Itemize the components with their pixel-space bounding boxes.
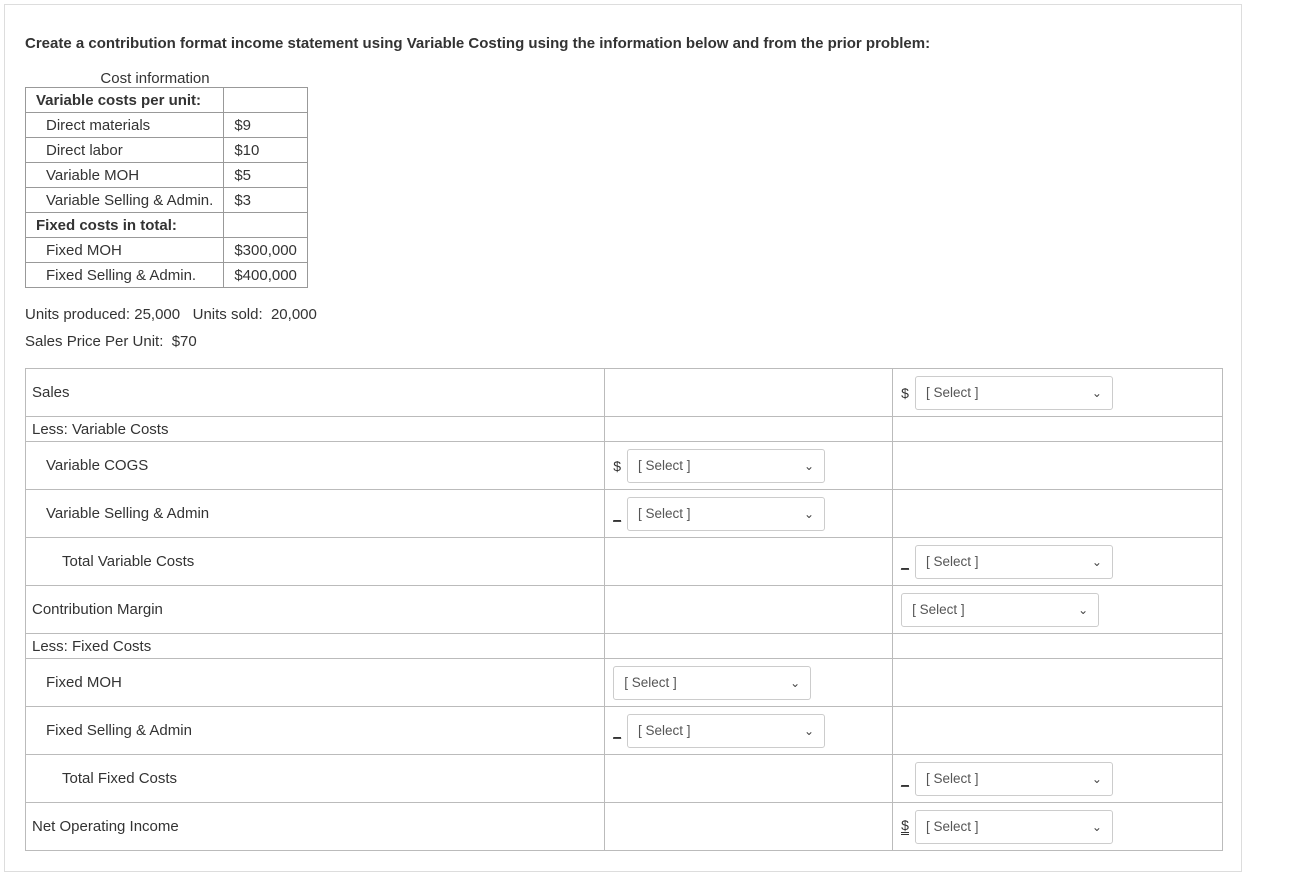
cost-row-label: Direct labor [26, 138, 224, 163]
row-label: Fixed MOH [26, 659, 605, 707]
row-label: Net Operating Income [26, 803, 605, 851]
select-placeholder-text: [ Select ] [624, 675, 677, 690]
chevron-down-icon: ⌄ [804, 724, 814, 738]
amount-select[interactable]: [ Select ] ⌄ [915, 810, 1113, 844]
cost-row-value: $300,000 [224, 238, 308, 263]
row-label: Variable COGS [26, 442, 605, 490]
row-label: Fixed Selling & Admin [26, 707, 605, 755]
units-info: Units produced: 25,000 Units sold: 20,00… [25, 306, 1221, 323]
chevron-down-icon: ⌄ [1078, 603, 1088, 617]
row-label: Total Variable Costs [26, 538, 605, 586]
table-row: Sales $ [ Select ] ⌄ [26, 369, 1223, 417]
amount-select[interactable]: [ Select ] ⌄ [627, 497, 825, 531]
table-row: Fixed MOH [ Select ] ⌄ [26, 659, 1223, 707]
row-label: Contribution Margin [26, 586, 605, 634]
cost-section-header: Variable costs per unit: [26, 88, 224, 113]
select-placeholder-text: [ Select ] [638, 506, 691, 521]
table-row: Total Fixed Costs _ [ Select ] ⌄ [26, 755, 1223, 803]
chevron-down-icon: ⌄ [1092, 386, 1102, 400]
amount-select[interactable]: [ Select ] ⌄ [915, 545, 1113, 579]
cost-table-caption: Cost information [25, 70, 285, 87]
cost-row-value: $5 [224, 163, 308, 188]
table-row: Variable COGS $ [ Select ] ⌄ [26, 442, 1223, 490]
amount-select[interactable]: [ Select ] ⌄ [627, 449, 825, 483]
row-label: Less: Variable Costs [26, 417, 605, 442]
cost-row-value: $10 [224, 138, 308, 163]
table-row: Fixed Selling & Admin _ [ Select ] ⌄ [26, 707, 1223, 755]
select-placeholder-text: [ Select ] [912, 602, 965, 617]
currency-prefix: _ [613, 506, 621, 522]
chevron-down-icon: ⌄ [804, 507, 814, 521]
table-row: Less: Fixed Costs [26, 634, 1223, 659]
table-row: Contribution Margin [ Select ] ⌄ [26, 586, 1223, 634]
select-placeholder-text: [ Select ] [638, 458, 691, 473]
table-row: Less: Variable Costs [26, 417, 1223, 442]
row-label: Total Fixed Costs [26, 755, 605, 803]
amount-select[interactable]: [ Select ] ⌄ [901, 593, 1099, 627]
row-label: Variable Selling & Admin [26, 490, 605, 538]
table-row: Total Variable Costs _ [ Select ] ⌄ [26, 538, 1223, 586]
cost-row-value: $9 [224, 113, 308, 138]
select-placeholder-text: [ Select ] [926, 554, 979, 569]
currency-prefix: $ [613, 458, 621, 474]
amount-select[interactable]: [ Select ] ⌄ [613, 666, 811, 700]
chevron-down-icon: ⌄ [1092, 772, 1102, 786]
income-statement-table: Sales$[ Select ]⌄Less: Variable CostsVar… [25, 368, 1223, 851]
cost-row-label: Fixed Selling & Admin. [26, 263, 224, 288]
cost-row-value: $400,000 [224, 263, 308, 288]
currency-prefix: _ [901, 771, 909, 787]
table-row: Net Operating Income $ [ Select ] ⌄ [26, 803, 1223, 851]
amount-select[interactable]: [ Select ] ⌄ [915, 762, 1113, 796]
cost-row-label: Variable Selling & Admin. [26, 188, 224, 213]
cost-row-label: Fixed MOH [26, 238, 224, 263]
amount-select[interactable]: [ Select ] ⌄ [915, 376, 1113, 410]
select-placeholder-text: [ Select ] [926, 385, 979, 400]
price-info: Sales Price Per Unit: $70 [25, 333, 1221, 350]
select-placeholder-text: [ Select ] [926, 819, 979, 834]
chevron-down-icon: ⌄ [1092, 820, 1102, 834]
amount-select[interactable]: [ Select ] ⌄ [627, 714, 825, 748]
problem-prompt: Create a contribution format income stat… [25, 35, 1221, 52]
currency-prefix: $ [901, 385, 909, 401]
currency-prefix: _ [901, 554, 909, 570]
cost-row-label: Variable MOH [26, 163, 224, 188]
chevron-down-icon: ⌄ [804, 459, 814, 473]
cost-row-label: Direct materials [26, 113, 224, 138]
currency-prefix: _ [613, 723, 621, 739]
currency-prefix: $ [901, 818, 909, 835]
chevron-down-icon: ⌄ [1092, 555, 1102, 569]
cost-section-header: Fixed costs in total: [26, 213, 224, 238]
row-label: Sales [26, 369, 605, 417]
select-placeholder-text: [ Select ] [638, 723, 691, 738]
cost-information-table: Variable costs per unit:Direct materials… [25, 87, 308, 288]
cost-row-value: $3 [224, 188, 308, 213]
table-row: Variable Selling & Admin _ [ Select ] ⌄ [26, 490, 1223, 538]
chevron-down-icon: ⌄ [790, 676, 800, 690]
select-placeholder-text: [ Select ] [926, 771, 979, 786]
row-label: Less: Fixed Costs [26, 634, 605, 659]
